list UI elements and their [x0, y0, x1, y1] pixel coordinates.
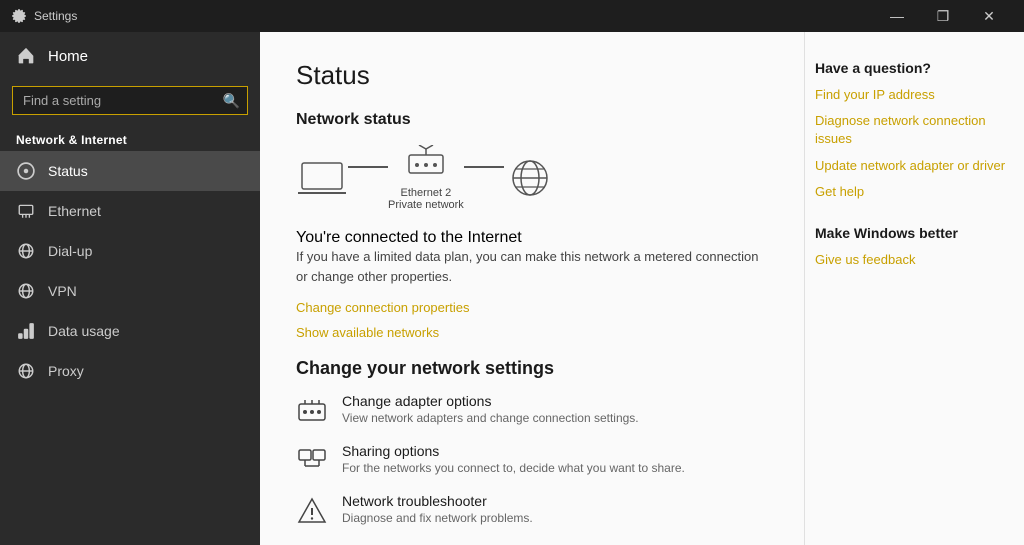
- right-panel: Have a question? Find your IP address Di…: [804, 32, 1024, 545]
- sidebar-item-vpn[interactable]: VPN: [0, 271, 260, 311]
- page-title: Status: [296, 60, 768, 91]
- sidebar-item-proxy[interactable]: Proxy: [0, 351, 260, 391]
- diagnose-link[interactable]: Diagnose network connection issues: [815, 112, 1006, 148]
- feedback-link[interactable]: Give us feedback: [815, 251, 1006, 269]
- minimize-button[interactable]: —: [874, 0, 920, 32]
- get-help-link[interactable]: Get help: [815, 183, 1006, 201]
- adapter-desc: View network adapters and change connect…: [342, 411, 639, 425]
- status-label: Status: [48, 163, 88, 179]
- sharing-icon: [296, 445, 328, 477]
- vpn-label: VPN: [48, 283, 77, 299]
- adapter-options-item[interactable]: Change adapter options View network adap…: [296, 393, 768, 427]
- close-button[interactable]: ✕: [966, 0, 1012, 32]
- dialup-icon: [16, 241, 36, 261]
- maximize-button[interactable]: ❐: [920, 0, 966, 32]
- search-icon: 🔍: [223, 92, 240, 109]
- have-question-section: Have a question? Find your IP address Di…: [815, 60, 1006, 201]
- title-bar-title: Settings: [34, 9, 77, 23]
- network-status-title: Network status: [296, 111, 768, 129]
- sidebar-item-status[interactable]: Status: [0, 151, 260, 191]
- ethernet-label: Ethernet: [48, 203, 101, 219]
- sharing-options-item[interactable]: Sharing options For the networks you con…: [296, 443, 768, 477]
- proxy-label: Proxy: [48, 363, 84, 379]
- main-content: Status Network status: [260, 32, 804, 545]
- connected-desc: If you have a limited data plan, you can…: [296, 247, 768, 286]
- change-connection-link[interactable]: Change connection properties: [296, 300, 768, 315]
- sharing-title: Sharing options: [342, 443, 685, 459]
- update-adapter-link[interactable]: Update network adapter or driver: [815, 157, 1006, 175]
- troubleshooter-title: Network troubleshooter: [342, 493, 533, 509]
- change-settings-title: Change your network settings: [296, 358, 768, 379]
- diagram-router: Ethernet 2 Private network: [388, 145, 464, 211]
- sidebar-item-home[interactable]: Home: [0, 32, 260, 80]
- troubleshooter-icon: [296, 495, 328, 527]
- sidebar-item-dialup[interactable]: Dial-up: [0, 231, 260, 271]
- adapter-title: Change adapter options: [342, 393, 639, 409]
- adapter-icon: [296, 395, 328, 427]
- vpn-icon: [16, 281, 36, 301]
- connected-title: You're connected to the Internet: [296, 229, 768, 247]
- diagram-laptop: [296, 159, 348, 197]
- globe-icon: [504, 159, 556, 197]
- sidebar-section-label: Network & Internet: [0, 125, 260, 151]
- datausage-label: Data usage: [48, 323, 120, 339]
- router-icon: [405, 145, 447, 183]
- title-bar-controls: — ❐ ✕: [874, 0, 1012, 32]
- settings-icon: [12, 9, 26, 23]
- home-icon: [16, 46, 36, 66]
- make-better-title: Make Windows better: [815, 225, 1006, 241]
- sidebar: Home 🔍 Network & Internet Status: [0, 32, 260, 545]
- network-diagram: Ethernet 2 Private network: [296, 145, 768, 211]
- status-icon: [16, 161, 36, 181]
- diagram-globe: [504, 159, 556, 197]
- sidebar-item-ethernet[interactable]: Ethernet: [0, 191, 260, 231]
- app-container: Home 🔍 Network & Internet Status: [0, 32, 1024, 545]
- laptop-icon: [296, 159, 348, 197]
- search-wrapper: 🔍: [12, 86, 248, 115]
- troubleshooter-item[interactable]: Network troubleshooter Diagnose and fix …: [296, 493, 768, 527]
- have-question-title: Have a question?: [815, 60, 1006, 76]
- diagram-line-2: [464, 166, 504, 168]
- ethernet-icon: [16, 201, 36, 221]
- sidebar-item-datausage[interactable]: Data usage: [0, 311, 260, 351]
- title-bar-left: Settings: [12, 9, 77, 23]
- datausage-icon: [16, 321, 36, 341]
- show-networks-link[interactable]: Show available networks: [296, 325, 768, 340]
- diagram-label: Ethernet 2 Private network: [388, 187, 464, 211]
- search-input[interactable]: [12, 86, 248, 115]
- troubleshooter-desc: Diagnose and fix network problems.: [342, 511, 533, 525]
- make-better-section: Make Windows better Give us feedback: [815, 225, 1006, 269]
- home-label: Home: [48, 48, 88, 65]
- diagram-line-1: [348, 166, 388, 168]
- title-bar: Settings — ❐ ✕: [0, 0, 1024, 32]
- sharing-desc: For the networks you connect to, decide …: [342, 461, 685, 475]
- dialup-label: Dial-up: [48, 243, 92, 259]
- proxy-icon: [16, 361, 36, 381]
- find-ip-link[interactable]: Find your IP address: [815, 86, 1006, 104]
- sidebar-search-container: 🔍: [0, 80, 260, 125]
